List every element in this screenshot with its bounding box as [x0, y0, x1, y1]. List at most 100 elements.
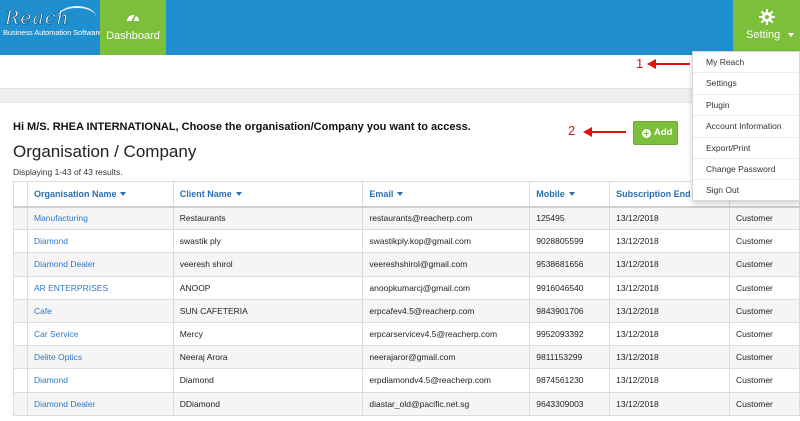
- setting-dropdown-menu: My Reach Settings Plugin Account Informa…: [692, 51, 800, 201]
- menu-item-sign-out[interactable]: Sign Out: [693, 180, 799, 201]
- cell-organisation-name[interactable]: Diamond: [26, 368, 174, 393]
- column-label: Email: [369, 188, 394, 199]
- column-label: Subscription End D: [616, 188, 700, 199]
- cell-subscription-end: 13/12/2018: [609, 321, 731, 347]
- cell-organisation-name[interactable]: Diamond Dealer: [26, 252, 174, 277]
- cell-organisation-name[interactable]: Manufacturing: [26, 205, 174, 231]
- cell-client-name: Neeraj Arora: [172, 345, 364, 370]
- nav-dashboard-button[interactable]: Dashboard: [100, 0, 166, 55]
- column-label: Client Name: [179, 188, 232, 199]
- row-marker: [13, 368, 28, 393]
- cell-type: Customer: [729, 345, 800, 370]
- cell-mobile: 9643309003: [529, 391, 611, 416]
- cell-subscription-end: 13/12/2018: [609, 205, 731, 231]
- cell-organisation-name[interactable]: Delite Optics: [26, 345, 174, 370]
- cell-type: Customer: [729, 205, 800, 231]
- dashboard-gauge-icon: [127, 13, 139, 22]
- plus-circle-icon: [642, 129, 651, 138]
- sort-caret-icon: [120, 192, 127, 197]
- cell-organisation-name[interactable]: Diamond Dealer: [26, 391, 174, 416]
- chevron-down-icon: [788, 33, 794, 37]
- table-row[interactable]: Diamond Dealer veeresh shirol veereshshi…: [13, 252, 800, 277]
- cell-client-name: ANOOP: [172, 275, 364, 300]
- sort-caret-icon: [397, 192, 404, 197]
- reach-logo[interactable]: Reach Business Automation Software: [0, 0, 102, 55]
- table-row[interactable]: Diamond swastik ply swastikply.kop@gmail…: [13, 229, 800, 254]
- cell-mobile: 9874561230: [529, 368, 611, 393]
- menu-item-account-information[interactable]: Account Information: [693, 116, 799, 138]
- cell-type: Customer: [729, 229, 800, 254]
- page: Reach Business Automation Software Dashb…: [0, 0, 800, 421]
- annotation-arrow-2: [583, 127, 626, 137]
- menu-item-plugin[interactable]: Plugin: [693, 95, 799, 117]
- results-count: Displaying 1-43 of 43 results.: [13, 167, 123, 177]
- column-header-mobile[interactable]: Mobile: [529, 181, 611, 208]
- cell-subscription-end: 13/12/2018: [609, 229, 731, 254]
- column-header-email[interactable]: Email: [362, 181, 531, 208]
- column-header-organisation-name[interactable]: Organisation Name: [26, 181, 174, 208]
- cell-mobile: 125495: [529, 205, 611, 231]
- cell-client-name: Diamond: [172, 368, 364, 393]
- table-row[interactable]: Cafe SUN CAFETERIA erpcafev4.5@reacherp.…: [13, 298, 800, 323]
- cell-client-name: veeresh shirol: [172, 252, 364, 277]
- add-button-label: Add: [654, 127, 673, 138]
- cell-email: restaurants@reacherp.com: [362, 205, 531, 231]
- column-label: Organisation Name: [33, 188, 117, 199]
- cell-subscription-end: 13/12/2018: [609, 391, 731, 416]
- row-marker: [13, 229, 28, 254]
- annotation-number-1: 1: [636, 56, 644, 71]
- row-marker: [13, 275, 28, 300]
- cell-email: erpcarservicev4.5@reacherp.com: [362, 321, 531, 347]
- cell-organisation-name[interactable]: Cafe: [26, 298, 174, 323]
- column-header-client-name[interactable]: Client Name: [172, 181, 364, 208]
- annotation-arrow-1: [647, 59, 690, 69]
- cell-mobile: 9811153299: [529, 345, 611, 370]
- dashboard-label: Dashboard: [106, 30, 160, 42]
- menu-item-export-print[interactable]: Export/Print: [693, 138, 799, 159]
- cell-mobile: 9028805599: [529, 229, 611, 254]
- cell-subscription-end: 13/12/2018: [609, 345, 731, 370]
- setting-menu-button[interactable]: Setting: [733, 0, 800, 55]
- cell-email: anoopkumarcj@gmail.com: [362, 275, 531, 300]
- cell-type: Customer: [729, 275, 800, 300]
- logo-tagline: Business Automation Software: [3, 28, 102, 37]
- table-row[interactable]: Delite Optics Neeraj Arora neerajaror@gm…: [13, 345, 800, 370]
- organisation-table: Organisation Name Client Name Email Mobi…: [13, 181, 800, 416]
- annotation-number-2: 2: [568, 123, 576, 138]
- table-row[interactable]: Diamond Dealer DDiamond diastar_old@paci…: [13, 391, 800, 416]
- cell-type: Customer: [729, 321, 800, 347]
- cell-email: veereshshirol@gmail.com: [362, 252, 531, 277]
- menu-item-settings[interactable]: Settings: [693, 73, 799, 95]
- setting-label: Setting: [746, 29, 781, 41]
- cell-mobile: 9952093392: [529, 321, 611, 347]
- row-marker: [13, 321, 28, 347]
- table-row[interactable]: Car Service Mercy erpcarservicev4.5@reac…: [13, 321, 800, 347]
- cell-subscription-end: 13/12/2018: [609, 368, 731, 393]
- sort-caret-icon: [568, 192, 575, 197]
- row-marker: [13, 345, 28, 370]
- menu-item-change-password[interactable]: Change Password: [693, 159, 799, 181]
- cell-subscription-end: 13/12/2018: [609, 252, 731, 277]
- cell-email: diastar_old@pacific.net.sg: [362, 391, 531, 416]
- cell-type: Customer: [729, 368, 800, 393]
- top-navbar: Reach Business Automation Software Dashb…: [0, 0, 800, 55]
- gear-icon: [759, 9, 775, 25]
- cell-client-name: DDiamond: [172, 391, 364, 416]
- menu-item-my-reach[interactable]: My Reach: [693, 52, 799, 74]
- row-marker: [13, 391, 28, 416]
- column-label: Mobile: [536, 188, 565, 199]
- row-marker: [13, 205, 28, 231]
- cell-organisation-name[interactable]: AR ENTERPRISES: [26, 275, 174, 300]
- add-organisation-button[interactable]: Add: [633, 121, 678, 145]
- cell-email: neerajaror@gmail.com: [362, 345, 531, 370]
- cell-organisation-name[interactable]: Car Service: [26, 321, 174, 347]
- table-row[interactable]: Diamond Diamond erpdiamondv4.5@reacherp.…: [13, 368, 800, 393]
- cell-type: Customer: [729, 252, 800, 277]
- table-row[interactable]: Manufacturing Restaurants restaurants@re…: [13, 205, 800, 231]
- cell-mobile: 9916046540: [529, 275, 611, 300]
- section-divider-band: [0, 88, 800, 103]
- cell-email: erpcafev4.5@reacherp.com: [362, 298, 531, 323]
- table-row[interactable]: AR ENTERPRISES ANOOP anoopkumarcj@gmail.…: [13, 275, 800, 300]
- cell-organisation-name[interactable]: Diamond: [26, 229, 174, 254]
- cell-type: Customer: [729, 298, 800, 323]
